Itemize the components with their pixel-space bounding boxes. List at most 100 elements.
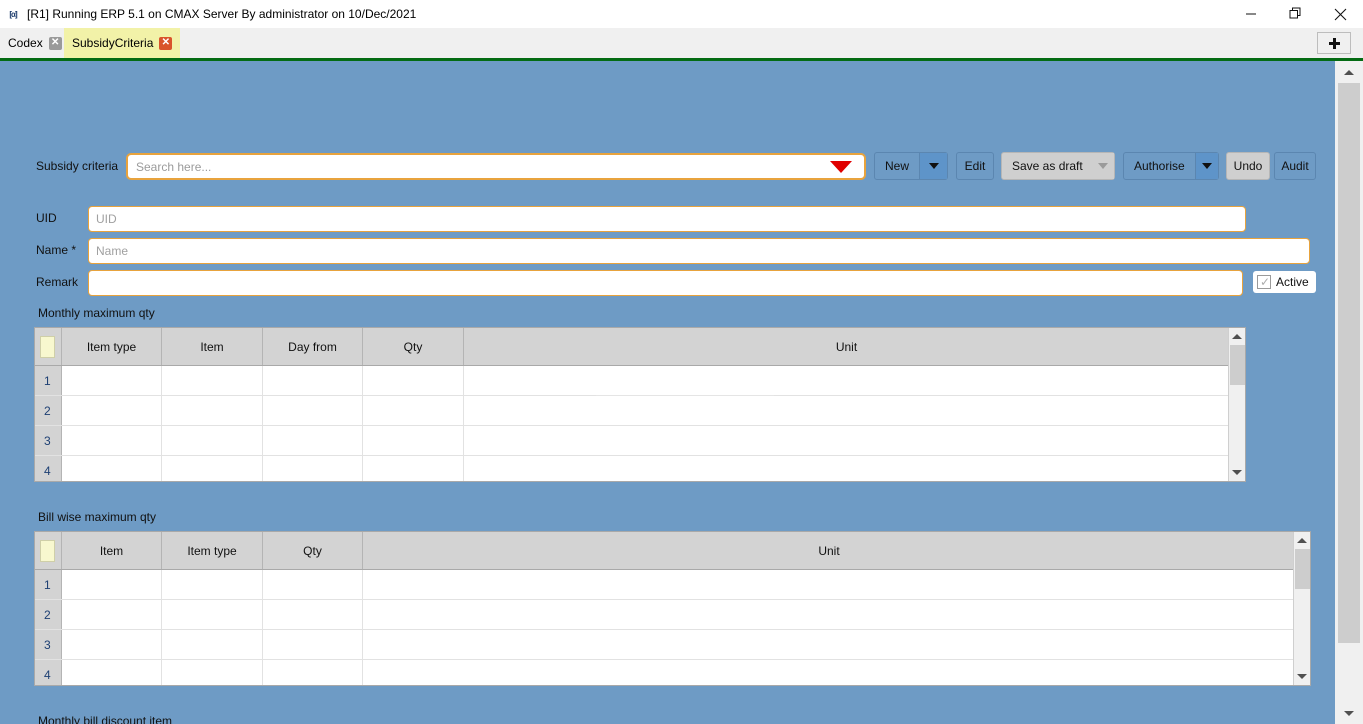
main-scrollbar-thumb[interactable]	[1338, 83, 1360, 643]
main-scroll-down-button[interactable]	[1335, 702, 1363, 724]
cell-item-type[interactable]	[162, 630, 263, 659]
scroll-up-button[interactable]	[1293, 532, 1310, 549]
new-button-dropdown[interactable]	[919, 153, 947, 179]
cell-item[interactable]	[62, 600, 162, 629]
col-item[interactable]: Item	[62, 532, 162, 569]
col-unit[interactable]: Unit	[363, 532, 1295, 569]
tab-codex-close-icon[interactable]: ✕	[48, 36, 62, 50]
cell-qty[interactable]	[263, 600, 363, 629]
cell-qty[interactable]	[363, 426, 464, 455]
bill-wise-max-qty-scrollbar[interactable]	[1293, 532, 1310, 685]
scroll-down-button[interactable]	[1228, 464, 1245, 481]
scroll-up-button[interactable]	[1228, 328, 1245, 345]
col-item[interactable]: Item	[162, 328, 263, 365]
col-day-from[interactable]: Day from	[263, 328, 363, 365]
cell-item[interactable]	[162, 396, 263, 425]
cell-day-from[interactable]	[263, 426, 363, 455]
cell-unit[interactable]	[363, 660, 1295, 685]
tab-subsidycriteria[interactable]: SubsidyCriteria ✕	[64, 28, 181, 58]
table-row[interactable]: 2	[35, 600, 1310, 630]
remark-label-row: Remark	[36, 275, 78, 289]
cell-item-type[interactable]	[162, 600, 263, 629]
cell-unit[interactable]	[464, 426, 1229, 455]
cell-unit[interactable]	[464, 456, 1229, 481]
table-row[interactable]: 4	[35, 660, 1310, 685]
cell-item-type[interactable]	[62, 456, 162, 481]
cell-unit[interactable]	[464, 396, 1229, 425]
name-input[interactable]: Name	[88, 238, 1310, 264]
cell-unit[interactable]	[464, 366, 1229, 395]
new-tab-button[interactable]	[1317, 32, 1351, 54]
cell-qty[interactable]	[263, 660, 363, 685]
tab-codex-label: Codex	[8, 36, 43, 50]
cell-qty[interactable]	[263, 630, 363, 659]
cell-item-type[interactable]	[162, 570, 263, 599]
close-button[interactable]	[1318, 0, 1363, 28]
audit-button-label: Audit	[1281, 159, 1309, 173]
col-qty[interactable]: Qty	[363, 328, 464, 365]
active-checkbox[interactable]: ✓ Active	[1253, 271, 1316, 293]
scroll-down-button[interactable]	[1293, 668, 1310, 685]
cell-qty[interactable]	[263, 570, 363, 599]
cell-day-from[interactable]	[263, 456, 363, 481]
col-qty[interactable]: Qty	[263, 532, 363, 569]
cell-unit[interactable]	[363, 600, 1295, 629]
save-as-draft-button[interactable]: Save as draft	[1001, 152, 1115, 180]
audit-button[interactable]: Audit	[1274, 152, 1316, 180]
cell-qty[interactable]	[363, 456, 464, 481]
cell-unit[interactable]	[363, 630, 1295, 659]
cell-item-type[interactable]	[62, 366, 162, 395]
edit-button[interactable]: Edit	[956, 152, 994, 180]
table-row[interactable]: 3	[35, 630, 1310, 660]
table-row[interactable]: 1	[35, 366, 1245, 396]
name-label-row: Name *	[36, 243, 76, 257]
monthly-max-qty-grid[interactable]: Item type Item Day from Qty Unit 1 2 3 4	[34, 327, 1246, 482]
main-vertical-scrollbar[interactable]	[1335, 61, 1363, 724]
main-scroll-up-button[interactable]	[1335, 61, 1363, 83]
cell-item-type[interactable]	[62, 426, 162, 455]
cell-qty[interactable]	[363, 396, 464, 425]
chevron-up-icon	[1344, 69, 1354, 75]
remark-input[interactable]	[88, 270, 1243, 296]
bill-wise-corner-cell[interactable]	[35, 532, 62, 569]
cell-day-from[interactable]	[263, 396, 363, 425]
col-unit[interactable]: Unit	[464, 328, 1229, 365]
uid-input[interactable]: UID	[88, 206, 1246, 232]
new-button[interactable]: New	[874, 152, 948, 180]
monthly-max-qty-scrollbar[interactable]	[1228, 328, 1245, 481]
cell-item[interactable]	[62, 630, 162, 659]
scrollbar-thumb[interactable]	[1294, 549, 1310, 589]
tab-codex[interactable]: Codex ✕	[0, 28, 70, 58]
tab-subsidycriteria-close-icon[interactable]: ✕	[159, 36, 173, 50]
search-input[interactable]: Search here...	[126, 153, 866, 180]
cell-qty[interactable]	[363, 366, 464, 395]
authorise-button-dropdown[interactable]	[1194, 153, 1218, 179]
table-row[interactable]: 2	[35, 396, 1245, 426]
chevron-down-icon	[928, 163, 939, 169]
undo-button[interactable]: Undo	[1226, 152, 1270, 180]
cell-item[interactable]	[162, 426, 263, 455]
scrollbar-thumb[interactable]	[1229, 345, 1245, 385]
restore-button[interactable]	[1273, 0, 1318, 28]
cell-item[interactable]	[62, 660, 162, 685]
bill-wise-max-qty-grid[interactable]: Item Item type Qty Unit 1 2 3 4	[34, 531, 1311, 686]
dropdown-arrow-icon[interactable]	[830, 160, 852, 173]
cell-item[interactable]	[162, 366, 263, 395]
cell-item-type[interactable]	[62, 396, 162, 425]
authorise-button[interactable]: Authorise	[1123, 152, 1219, 180]
col-item-type[interactable]: Item type	[62, 328, 162, 365]
tab-subsidycriteria-label: SubsidyCriteria	[72, 36, 154, 50]
table-row[interactable]: 3	[35, 426, 1245, 456]
cell-item[interactable]	[62, 570, 162, 599]
save-as-draft-dropdown[interactable]	[1092, 153, 1114, 179]
cell-item[interactable]	[162, 456, 263, 481]
table-row[interactable]: 1	[35, 570, 1310, 600]
select-all-marker	[40, 539, 55, 562]
cell-item-type[interactable]	[162, 660, 263, 685]
monthly-max-qty-corner-cell[interactable]	[35, 328, 62, 365]
table-row[interactable]: 4	[35, 456, 1245, 481]
cell-unit[interactable]	[363, 570, 1295, 599]
col-item-type[interactable]: Item type	[162, 532, 263, 569]
cell-day-from[interactable]	[263, 366, 363, 395]
minimize-button[interactable]	[1228, 0, 1273, 28]
